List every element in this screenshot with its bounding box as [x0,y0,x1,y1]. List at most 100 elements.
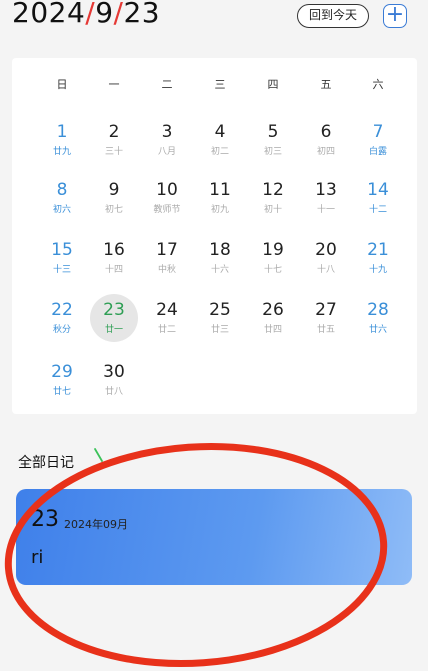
day-number: 12 [262,180,284,200]
lunar-date-label: 初九 [210,205,229,215]
calendar-day-20[interactable]: 20 十八 [302,236,350,288]
lunar-date-label: 教师节 [153,205,181,215]
calendar-day-5[interactable]: 5 初三 [249,118,297,170]
calendar-day-24[interactable]: 24 廿二 [143,296,191,348]
day-number: 5 [267,122,279,142]
calendar-day-19[interactable]: 19 十七 [249,236,297,288]
calendar-day-1[interactable]: 1 廿九 [38,118,86,170]
calendar-day-25[interactable]: 25 廿三 [196,296,244,348]
lunar-date-label: 初二 [210,147,229,157]
calendar-day-7[interactable]: 7 白露 [354,118,402,170]
day-number: 14 [367,180,389,200]
day-number: 16 [103,240,125,260]
lunar-date-label: 廿四 [263,325,282,335]
lunar-date-label: 十四 [104,265,123,275]
day-number: 3 [161,122,173,142]
day-number: 18 [209,240,231,260]
lunar-date-label: 廿六 [368,325,387,335]
month-calendar: 日一二三四五六 1 廿九 2 三十 3 八月 4 初二 5 初三 6 初四 7 白露 8 初六 9 初七 10 教师节 1… [12,58,417,414]
lunar-date-label: 三十 [104,147,123,157]
day-number: 19 [262,240,284,260]
lunar-date-label: 廿五 [316,325,335,335]
day-number: 10 [156,180,178,200]
add-entry-button[interactable]: + [383,4,407,28]
day-number: 2 [108,122,120,142]
weekday-label: 一 [108,78,120,91]
date-separator: / [113,0,124,29]
weekday-label: 六 [372,78,384,91]
calendar-day-6[interactable]: 6 初四 [302,118,350,170]
lunar-date-label: 廿九 [52,147,71,157]
weekday-label: 五 [320,78,332,91]
day-number: 21 [367,240,389,260]
lunar-date-label: 初六 [52,205,71,215]
calendar-day-29[interactable]: 29 廿七 [38,358,86,410]
lunar-date-label: 十三 [52,265,71,275]
calendar-day-12[interactable]: 12 初十 [249,176,297,228]
day-number: 23 [103,300,125,320]
diary-entry-content: ri [31,547,44,568]
calendar-day-3[interactable]: 3 八月 [143,118,191,170]
day-number: 24 [156,300,178,320]
day-text: 23 [123,0,161,29]
lunar-date-label: 十二 [368,205,387,215]
day-number: 1 [56,122,68,142]
lunar-date-label: 廿八 [104,387,123,397]
lunar-date-label: 初七 [104,205,123,215]
lunar-date-label: 廿一 [104,325,123,335]
calendar-day-4[interactable]: 4 初二 [196,118,244,170]
day-number: 29 [51,362,73,382]
calendar-day-17[interactable]: 17 中秋 [143,236,191,288]
calendar-day-27[interactable]: 27 廿五 [302,296,350,348]
calendar-day-28[interactable]: 28 廿六 [354,296,402,348]
header: 2024/9/23 回到今天 + [0,0,428,44]
calendar-day-21[interactable]: 21 十九 [354,236,402,288]
day-number: 11 [209,180,231,200]
day-number: 27 [315,300,337,320]
diary-entry-month: 2024年09月 [64,518,128,531]
calendar-day-23[interactable]: 23 廿一 [90,294,138,342]
calendar-day-18[interactable]: 18 十六 [196,236,244,288]
day-number: 7 [372,122,384,142]
calendar-day-11[interactable]: 11 初九 [196,176,244,228]
diary-entry-card[interactable]: 23 2024年09月 ri [16,489,412,585]
weekday-label: 日 [56,78,68,91]
weekday-label: 二 [161,78,173,91]
calendar-day-16[interactable]: 16 十四 [90,236,138,288]
weekday-label: 四 [267,78,279,91]
day-number: 30 [103,362,125,382]
lunar-date-label: 中秋 [157,265,176,275]
back-to-today-button[interactable]: 回到今天 [297,4,369,28]
lunar-date-label: 白露 [368,147,387,157]
calendar-day-14[interactable]: 14 十二 [354,176,402,228]
day-number: 13 [315,180,337,200]
calendar-day-15[interactable]: 15 十三 [38,236,86,288]
calendar-day-30[interactable]: 30 廿八 [90,358,138,410]
calendar-day-9[interactable]: 9 初七 [90,176,138,228]
day-number: 6 [320,122,332,142]
weekday-label: 三 [214,78,226,91]
lunar-date-label: 十九 [368,265,387,275]
day-number: 20 [315,240,337,260]
calendar-day-13[interactable]: 13 十一 [302,176,350,228]
day-number: 28 [367,300,389,320]
lunar-date-label: 十七 [263,265,282,275]
calendar-day-26[interactable]: 26 廿四 [249,296,297,348]
chevron-right-icon[interactable] [93,447,105,465]
lunar-date-label: 八月 [157,147,176,157]
lunar-date-label: 廿七 [52,387,71,397]
calendar-day-22[interactable]: 22 秋分 [38,296,86,348]
day-number: 25 [209,300,231,320]
diary-entry-day: 23 [31,507,59,532]
year-text: 2024 [12,0,86,29]
day-number: 8 [56,180,68,200]
lunar-date-label: 秋分 [52,325,71,335]
lunar-date-label: 廿三 [210,325,229,335]
day-number: 4 [214,122,226,142]
plus-icon: + [385,2,405,27]
calendar-day-8[interactable]: 8 初六 [38,176,86,228]
calendar-day-10[interactable]: 10 教师节 [143,176,191,228]
lunar-date-label: 十一 [316,205,335,215]
calendar-day-2[interactable]: 2 三十 [90,118,138,170]
all-diaries-title[interactable]: 全部日记 [18,452,74,472]
